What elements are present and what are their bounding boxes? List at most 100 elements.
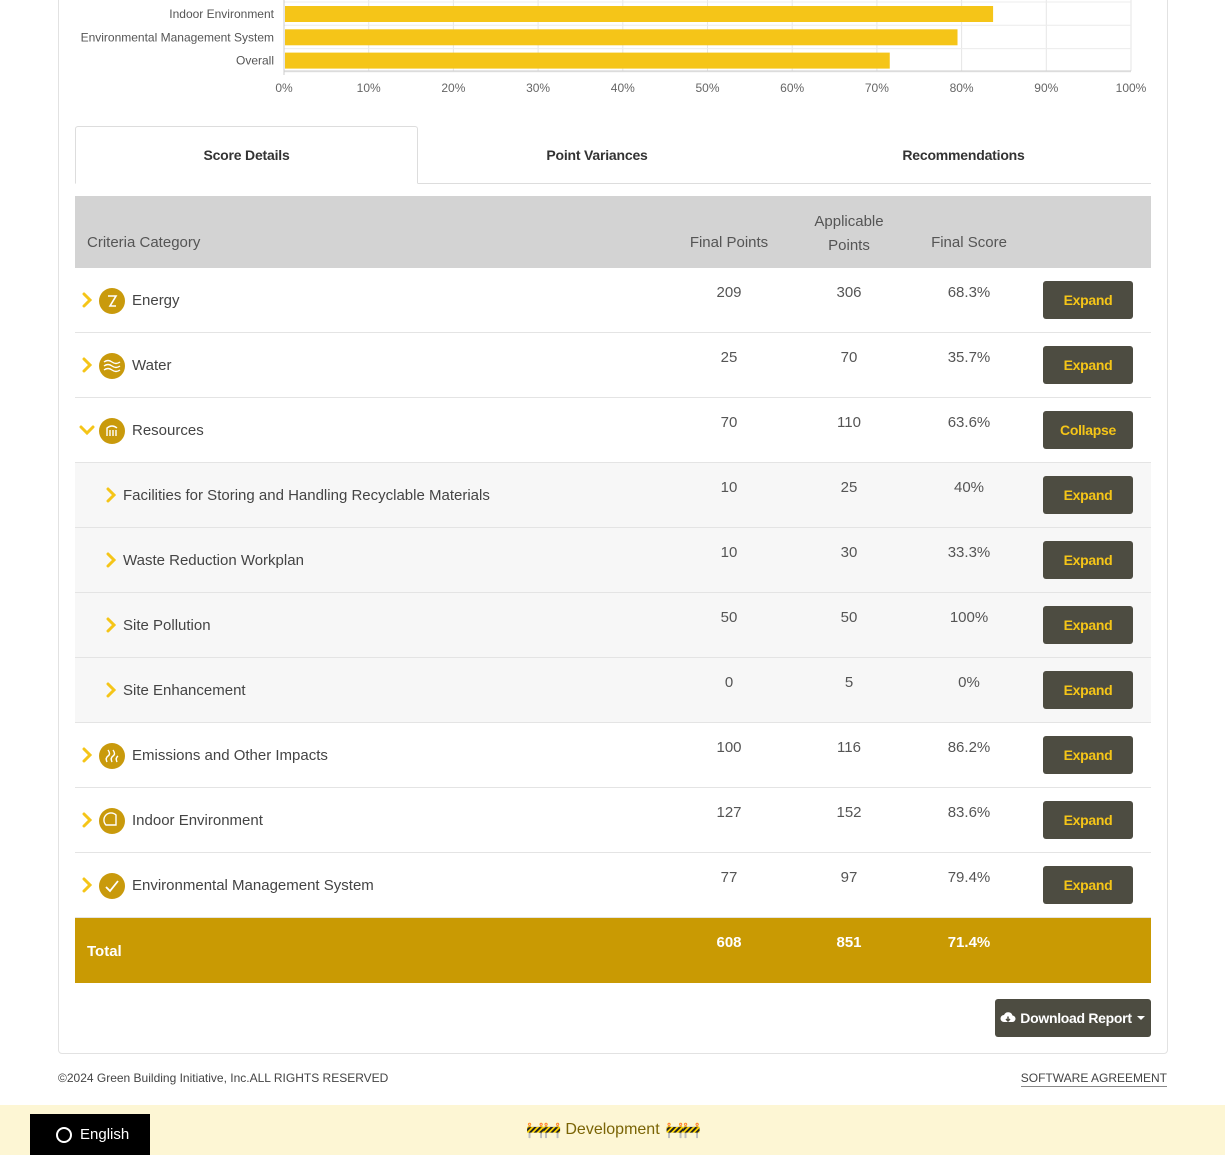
header-applicable-line1: Applicable [814, 213, 884, 230]
expand-button[interactable]: Expand [1043, 606, 1133, 644]
applicable-points: 110 [837, 414, 861, 431]
final-score: 79.4% [947, 869, 991, 886]
development-banner: 🚧🚧 Development 🚧🚧 [0, 1105, 1225, 1155]
row-label: Indoor Environment [132, 812, 263, 829]
management-system-icon [99, 873, 125, 899]
language-selector[interactable]: English [30, 1114, 150, 1155]
table-header: Criteria Category Final Points Applicabl… [75, 196, 1151, 268]
collapse-button[interactable]: Collapse [1043, 411, 1133, 449]
chevron-right-icon[interactable] [105, 552, 117, 568]
final-score: 0% [958, 674, 980, 691]
development-label: Development [565, 1121, 660, 1138]
tab-recommendations[interactable]: Recommendations [776, 126, 1151, 184]
bar [285, 52, 890, 69]
applicable-points: 30 [840, 544, 858, 561]
row-label: Emissions and Other Impacts [132, 747, 328, 764]
expand-button[interactable]: Expand [1043, 671, 1133, 709]
row-label: Energy [132, 292, 180, 309]
row-label: Facilities for Storing and Handling Recy… [123, 487, 490, 504]
chevron-right-icon[interactable] [105, 682, 117, 698]
applicable-points: 70 [840, 349, 858, 366]
globe-icon [56, 1126, 72, 1143]
applicable-points: 50 [840, 609, 858, 626]
barrier-icon: 🚧🚧 [526, 1122, 561, 1139]
chevron-right-icon[interactable] [81, 747, 93, 763]
copyright-text: ©2024 Green Building Initiative, Inc.ALL… [58, 1071, 389, 1085]
final-points: 209 [716, 284, 742, 301]
indoor-environment-icon [99, 808, 125, 834]
expand-button[interactable]: Expand [1043, 541, 1133, 579]
x-tick-label: 60% [780, 81, 804, 95]
applicable-points: 116 [837, 739, 861, 756]
tab-score-details[interactable]: Score Details [75, 126, 418, 184]
x-tick-label: 90% [1034, 81, 1058, 95]
applicable-points: 306 [836, 284, 862, 301]
final-points: 77 [720, 869, 738, 886]
total-applicable-points: 851 [836, 934, 862, 951]
header-applicable-points: Applicable Points [795, 210, 903, 258]
table-row-site-enhancement: Site Enhancement 0 5 0% Expand [75, 658, 1151, 723]
expand-button[interactable]: Expand [1043, 346, 1133, 384]
table-row-water: Water 25 70 35.7% Expand [75, 333, 1151, 398]
tab-bar: Score Details Point Variances Recommenda… [75, 126, 1151, 184]
resources-icon [99, 418, 125, 444]
final-score: 86.2% [947, 739, 991, 756]
chevron-right-icon[interactable] [105, 617, 117, 633]
emissions-icon [99, 743, 125, 769]
water-icon [99, 353, 125, 379]
chevron-right-icon[interactable] [81, 292, 93, 308]
x-tick-label: 20% [441, 81, 465, 95]
final-points: 50 [720, 609, 738, 626]
row-label: Site Pollution [123, 617, 211, 634]
x-tick-label: 100% [1116, 81, 1147, 95]
final-score: 33.3% [947, 544, 991, 561]
x-tick-label: 70% [865, 81, 889, 95]
header-applicable-line2: Points [828, 237, 870, 254]
row-label: Waste Reduction Workplan [123, 552, 304, 569]
barrier-icon: 🚧🚧 [665, 1122, 701, 1139]
category-label: Environmental Management System [81, 30, 274, 44]
final-points: 25 [720, 349, 738, 366]
x-tick-label: 40% [611, 81, 635, 95]
table-row-resources: Resources 70 110 63.6% Collapse [75, 398, 1151, 463]
tab-point-variances[interactable]: Point Variances [418, 126, 776, 184]
category-label: Overall [236, 54, 274, 68]
expand-button[interactable]: Expand [1043, 736, 1133, 774]
score-bar-chart: 0% 10% 20% 30% 40% 50% 60% 70% 80% 90% 100% Indoor … [81, 0, 1147, 95]
final-points: 100 [716, 739, 742, 756]
table-row-total: Total 608 851 71.4% [75, 918, 1151, 983]
chevron-right-icon[interactable] [81, 357, 93, 373]
download-report-label: Download Report [1020, 1010, 1132, 1026]
row-label: Resources [132, 422, 204, 439]
expand-button[interactable]: Expand [1043, 866, 1133, 904]
chevron-right-icon[interactable] [81, 812, 93, 828]
final-points: 127 [716, 804, 742, 821]
table-row-indoor-environment: Indoor Environment 127 152 83.6% Expand [75, 788, 1151, 853]
applicable-points: 25 [840, 479, 858, 496]
download-report-button[interactable]: Download Report [995, 999, 1151, 1037]
category-label: Indoor Environment [169, 7, 274, 21]
chevron-down-icon[interactable] [79, 424, 95, 436]
final-score: 40% [953, 479, 985, 496]
software-agreement-link[interactable]: SOFTWARE AGREEMENT [1020, 1071, 1167, 1087]
chevron-right-icon[interactable] [81, 877, 93, 893]
expand-button[interactable]: Expand [1043, 801, 1133, 839]
expand-button[interactable]: Expand [1043, 476, 1133, 514]
total-final-score: 71.4% [947, 934, 991, 951]
header-final-points: Final Points [689, 234, 769, 251]
table-row-recyclable-materials: Facilities for Storing and Handling Recy… [75, 463, 1151, 528]
x-tick-label: 50% [695, 81, 719, 95]
header-final-score: Final Score [931, 234, 1007, 251]
language-label: English [80, 1126, 130, 1143]
row-label: Site Enhancement [123, 682, 246, 699]
chevron-right-icon[interactable] [105, 487, 117, 503]
bar [285, 6, 994, 22]
table-row-site-pollution: Site Pollution 50 50 100% Expand [75, 593, 1151, 658]
final-score: 35.7% [947, 349, 991, 366]
final-points: 0 [724, 674, 734, 691]
final-score: 100% [949, 609, 989, 626]
x-tick-label: 10% [357, 81, 381, 95]
expand-button[interactable]: Expand [1043, 281, 1133, 319]
total-label: Total [87, 943, 122, 960]
x-tick-label: 80% [950, 81, 974, 95]
